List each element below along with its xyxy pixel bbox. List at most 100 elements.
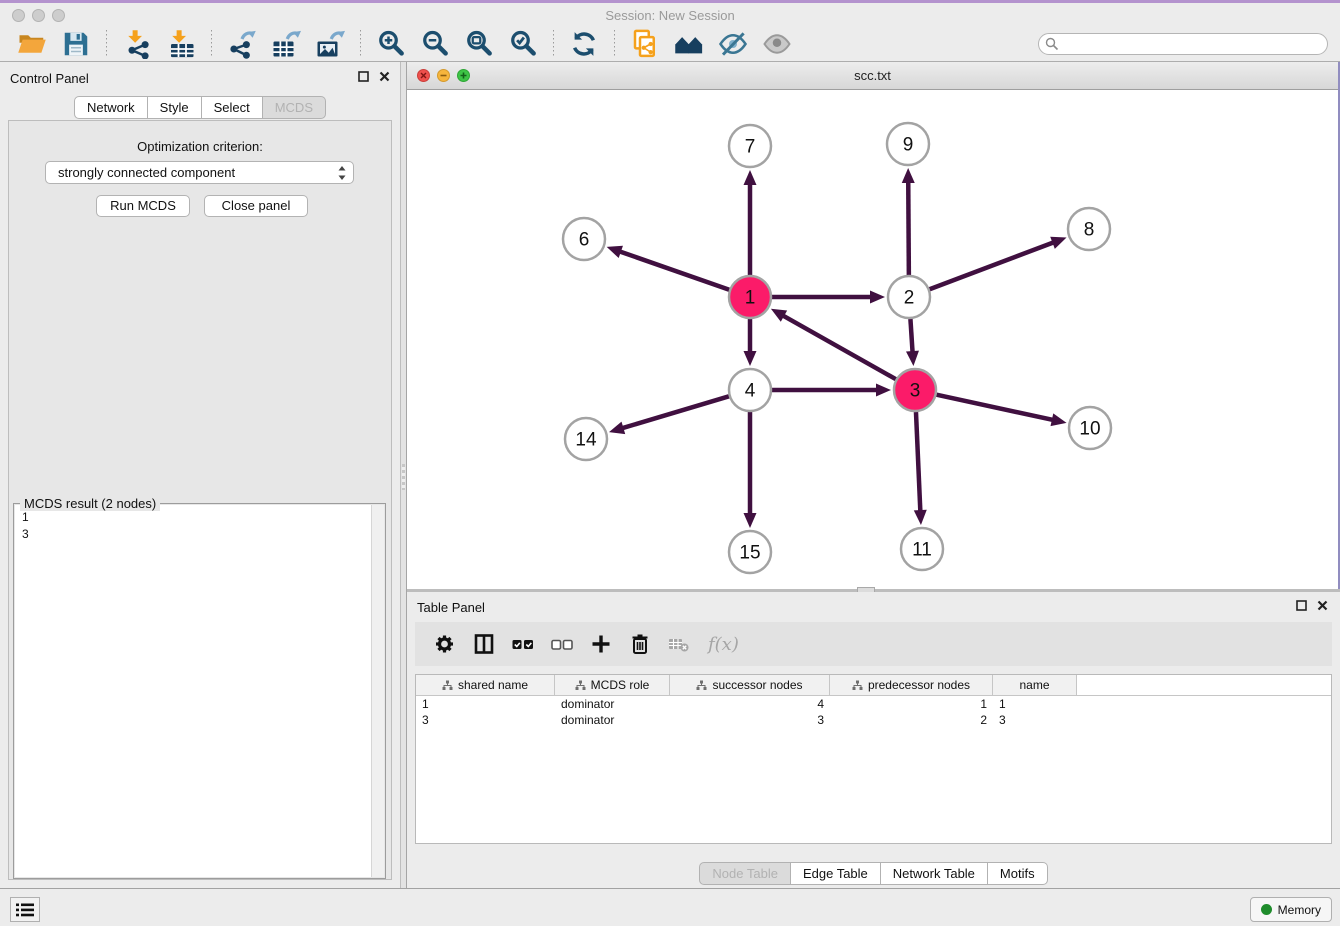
network-canvas[interactable]: 7968124314101511 [407,90,1338,589]
export-image-icon[interactable] [315,29,345,59]
zoom-in-icon[interactable] [376,29,406,59]
mcds-result-title: MCDS result (2 nodes) [20,496,160,511]
import-network-icon[interactable] [122,29,152,59]
cell-shared-name[interactable]: 1 [416,697,555,711]
graph-edge-3-10[interactable] [936,395,1054,421]
criterion-select[interactable]: strongly connected component [45,161,354,184]
column-header-shared-name[interactable]: shared name [416,675,555,695]
table-panel: Table Panel f(x) shared nameMCDS rolesuc… [407,592,1340,888]
save-session-icon[interactable] [61,29,91,59]
graph-node-label-11: 11 [912,540,932,561]
graph-edge-2-3[interactable] [910,319,912,354]
attribute-icon [442,680,453,691]
table-tabs: Node TableEdge TableNetwork TableMotifs [407,862,1340,885]
result-scrollbar[interactable] [371,505,384,877]
cell-mcds-role[interactable]: dominator [555,697,670,711]
graph-edge-3-1[interactable] [781,315,895,380]
search-icon [1045,37,1059,51]
attribute-icon [696,680,707,691]
cell-predecessor-nodes[interactable]: 1 [830,697,993,711]
cell-name[interactable]: 3 [993,713,1077,727]
tab-style[interactable]: Style [148,96,202,119]
float-panel-icon[interactable] [1296,600,1307,611]
table-row-2[interactable]: 3dominator323 [416,712,1331,728]
cell-successor-nodes[interactable]: 4 [670,697,830,711]
task-history-button[interactable] [10,897,40,922]
table-panel-title: Table Panel [417,600,485,615]
show-graphics-details-icon [762,29,792,59]
share-to-ndex-icon[interactable] [630,29,660,59]
tab-mcds[interactable]: MCDS [263,96,326,119]
refresh-layout-icon[interactable] [569,29,599,59]
zoom-out-icon[interactable] [420,29,450,59]
column-header-mcds-role[interactable]: MCDS role [555,675,670,695]
graph-edge-arrowhead [609,422,625,434]
toolbar-separator [211,30,212,58]
delete-column-icon[interactable] [628,632,652,656]
home-icon[interactable] [674,29,704,59]
column-label: MCDS role [591,678,650,692]
control-panel-title: Control Panel [10,71,89,86]
run-mcds-button[interactable]: Run MCDS [96,195,190,217]
close-panel-icon[interactable] [1317,600,1328,611]
graph-edge-4-14[interactable] [620,396,728,428]
zoom-fit-icon[interactable] [464,29,494,59]
export-table-icon[interactable] [271,29,301,59]
hide-graphics-details-icon[interactable] [718,29,748,59]
table-tab-node-table[interactable]: Node Table [699,862,791,885]
splitter-grip[interactable] [402,464,405,490]
app-titlebar: Session: New Session [0,0,1340,26]
column-header-name[interactable]: name [993,675,1077,695]
cell-mcds-role[interactable]: dominator [555,713,670,727]
app-title: Session: New Session [0,8,1340,23]
close-panel-button[interactable]: Close panel [204,195,308,217]
vertical-splitter[interactable] [400,62,407,888]
graph-node-label-3: 3 [910,381,921,402]
close-panel-icon[interactable] [379,71,390,82]
network-window-title: scc.txt [407,68,1338,83]
show-column-icon[interactable] [472,632,496,656]
delete-table-icon [667,632,691,656]
table-tab-motifs[interactable]: Motifs [988,862,1048,885]
graph-node-label-8: 8 [1084,220,1095,241]
graph-edge-1-6[interactable] [618,251,729,290]
table-tab-network-table[interactable]: Network Table [881,862,988,885]
network-window-titlebar[interactable]: scc.txt [407,62,1338,90]
memory-label: Memory [1278,903,1321,917]
table-options-icon[interactable] [433,632,457,656]
cell-name[interactable]: 1 [993,697,1077,711]
open-session-icon[interactable] [17,29,47,59]
graph-edge-2-8[interactable] [930,242,1056,290]
graph-edge-3-11[interactable] [916,412,920,513]
control-panel-tabs: NetworkStyleSelectMCDS [0,96,400,119]
graph-node-label-7: 7 [745,137,756,158]
export-network-icon[interactable] [227,29,257,59]
float-panel-icon[interactable] [358,71,369,82]
node-table: shared name MCDS role successor nodesprede… [415,674,1332,844]
memory-button[interactable]: Memory [1250,897,1332,922]
cell-successor-nodes[interactable]: 3 [670,713,830,727]
cell-shared-name[interactable]: 3 [416,713,555,727]
mcds-result-list[interactable]: 13 [15,505,384,877]
select-all-checkboxes-icon[interactable] [511,632,535,656]
search-input[interactable] [1038,33,1328,55]
column-header-successor-nodes[interactable]: successor nodes [670,675,830,695]
graph-node-label-10: 10 [1079,419,1100,440]
graph-edge-2-9[interactable] [908,180,909,275]
tab-select[interactable]: Select [202,96,263,119]
zoom-selected-icon[interactable] [508,29,538,59]
select-stepper-icon [337,165,347,181]
add-column-icon[interactable] [589,632,613,656]
tab-network[interactable]: Network [74,96,148,119]
import-table-icon[interactable] [166,29,196,59]
graph-edge-arrowhead [744,513,757,528]
deselect-all-checkboxes-icon[interactable] [550,632,574,656]
optimization-criterion-label: Optimization criterion: [9,139,391,154]
network-graph[interactable]: 7968124314101511 [407,90,1338,589]
column-header-predecessor-nodes[interactable]: predecessor nodes [830,675,993,695]
graph-node-label-4: 4 [745,381,756,402]
toolbar-separator [360,30,361,58]
cell-predecessor-nodes[interactable]: 2 [830,713,993,727]
table-row-1[interactable]: 1dominator411 [416,696,1331,712]
table-tab-edge-table[interactable]: Edge Table [791,862,881,885]
